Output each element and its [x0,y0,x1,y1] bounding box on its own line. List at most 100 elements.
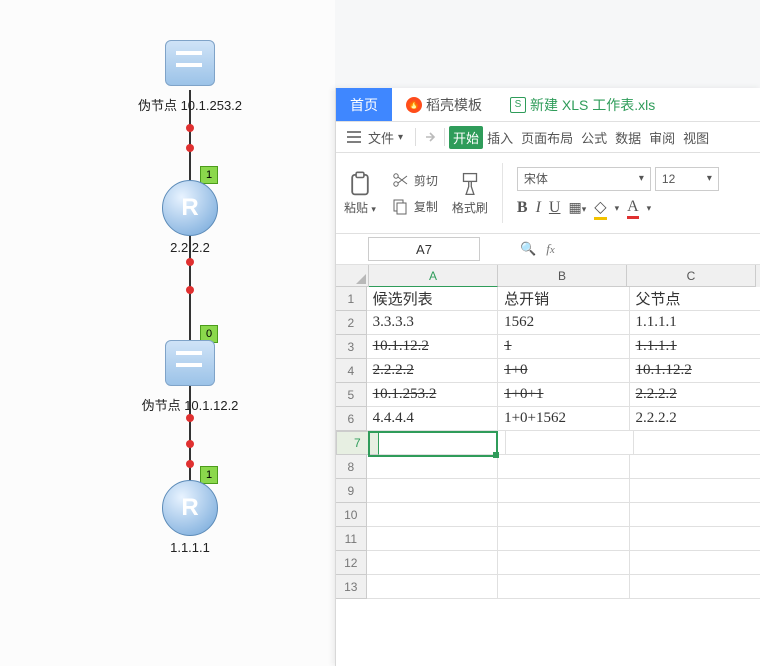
cell[interactable] [367,479,498,503]
cell[interactable] [367,455,498,479]
router-node-2[interactable]: R [160,480,220,536]
cell[interactable] [367,527,498,551]
cell[interactable] [379,431,506,455]
menu-review[interactable]: 审阅 [645,128,679,147]
table-row[interactable]: 1候选列表总开销父节点 [336,287,760,311]
cell[interactable] [498,479,629,503]
row-header[interactable]: 12 [336,551,367,575]
row-header[interactable]: 10 [336,503,367,527]
cell[interactable] [367,503,498,527]
cell[interactable]: 3.3.3.3 [367,311,498,335]
cell[interactable]: 父节点 [630,287,760,311]
column-header-b[interactable]: B [498,265,627,287]
column-header-c[interactable]: C [627,265,756,287]
name-box[interactable]: A7 [368,237,480,261]
pseudo-node-1[interactable] [160,40,220,86]
cell[interactable]: 1+0 [498,359,629,383]
router-node-1[interactable]: R [160,180,220,236]
row-header[interactable]: 4 [336,359,367,383]
border-button[interactable]: ▦▾ [568,200,586,217]
cell[interactable] [498,455,629,479]
cell[interactable]: 1 [498,335,629,359]
cell[interactable]: 1+0+1562 [498,407,629,431]
table-row[interactable]: 42.2.2.21+010.1.12.2 [336,359,760,383]
menu-insert[interactable]: 插入 [483,128,517,147]
italic-button[interactable]: I [536,199,541,217]
menu-formula[interactable]: 公式 [577,128,611,147]
cell[interactable]: 1562 [498,311,629,335]
menu-layout[interactable]: 页面布局 [517,128,577,147]
font-name-select[interactable]: 宋体▾ [517,167,651,191]
cell[interactable] [498,551,629,575]
cell[interactable] [634,431,760,455]
cell[interactable]: 4.4.4.4 [367,407,498,431]
cell[interactable]: 10.1.12.2 [630,359,760,383]
fx-icon[interactable]: fx [546,241,555,257]
table-row[interactable]: 23.3.3.315621.1.1.1 [336,311,760,335]
fill-color-button[interactable]: ◇ [594,197,606,220]
row-header[interactable]: 5 [336,383,367,407]
cell[interactable] [367,551,498,575]
row-header[interactable]: 8 [336,455,367,479]
format-painter-button[interactable]: 格式刷 [452,171,488,216]
table-row[interactable]: 7 [336,431,760,455]
tab-doke[interactable]: 🔥稻壳模板 [392,88,496,121]
tab-document[interactable]: S 新建 XLS 工作表.xls [496,88,669,121]
table-row[interactable]: 11 [336,527,760,551]
menu-start[interactable]: 开始 [449,126,483,149]
row-header[interactable]: 11 [336,527,367,551]
cell[interactable] [498,575,629,599]
cell[interactable]: 2.2.2.2 [367,359,498,383]
cell[interactable]: 1+0+1 [498,383,629,407]
cell[interactable]: 2.2.2.2 [630,383,760,407]
select-all-corner[interactable] [336,265,369,287]
row-header[interactable]: 9 [336,479,367,503]
menu-view[interactable]: 视图 [679,128,713,147]
spreadsheet-grid[interactable]: A B C 1候选列表总开销父节点23.3.3.315621.1.1.1310.… [336,265,760,599]
row-header[interactable]: 7 [336,431,379,455]
table-row[interactable]: 8 [336,455,760,479]
row-header[interactable]: 1 [336,287,367,311]
cell[interactable] [506,431,633,455]
table-row[interactable]: 64.4.4.41+0+15622.2.2.2 [336,407,760,431]
cell[interactable] [630,575,760,599]
table-row[interactable]: 510.1.253.21+0+12.2.2.2 [336,383,760,407]
cell[interactable]: 10.1.12.2 [367,335,498,359]
cut-button[interactable]: 剪切 [390,170,438,190]
cell[interactable] [498,503,629,527]
paste-button[interactable]: 粘贴 ▾ [344,171,376,216]
pseudo-node-2[interactable] [160,340,220,386]
tab-home[interactable]: 首页 [336,88,392,121]
font-size-select[interactable]: 12▾ [655,167,719,191]
cell[interactable] [630,551,760,575]
cell[interactable]: 总开销 [498,287,629,311]
table-row[interactable]: 310.1.12.211.1.1.1 [336,335,760,359]
table-row[interactable]: 12 [336,551,760,575]
cell[interactable] [630,527,760,551]
table-row[interactable]: 10 [336,503,760,527]
arrow-forward-icon[interactable] [420,127,440,147]
search-icon[interactable]: 🔍 [520,241,536,257]
cell[interactable] [630,503,760,527]
row-header[interactable]: 2 [336,311,367,335]
font-color-button[interactable]: A [627,198,639,219]
underline-button[interactable]: U [549,199,561,217]
copy-button[interactable]: 复制 [390,196,438,216]
row-header[interactable]: 6 [336,407,367,431]
cell[interactable]: 2.2.2.2 [630,407,760,431]
file-menu[interactable]: 文件 ▾ [336,127,411,147]
cell[interactable] [498,527,629,551]
row-header[interactable]: 3 [336,335,367,359]
row-header[interactable]: 13 [336,575,367,599]
cell[interactable]: 10.1.253.2 [367,383,498,407]
column-header-a[interactable]: A [369,265,498,287]
cell[interactable] [367,575,498,599]
cell[interactable] [630,455,760,479]
table-row[interactable]: 9 [336,479,760,503]
cell[interactable] [630,479,760,503]
table-row[interactable]: 13 [336,575,760,599]
cell[interactable]: 候选列表 [367,287,498,311]
bold-button[interactable]: B [517,199,528,217]
cell[interactable]: 1.1.1.1 [630,311,760,335]
cell[interactable]: 1.1.1.1 [630,335,760,359]
